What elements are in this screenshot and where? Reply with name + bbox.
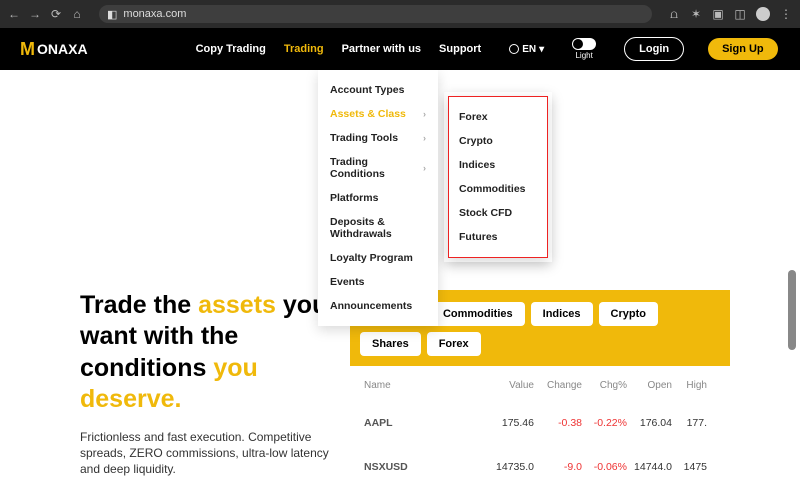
chevron-right-icon: › bbox=[423, 133, 426, 143]
table-row[interactable]: NSXUSD 14735.0 -9.0 -0.06% 14744.0 1475 bbox=[364, 445, 716, 489]
assets-submenu-shadow: Forex Crypto Indices Commodities Stock C… bbox=[444, 92, 552, 262]
menu-loyalty[interactable]: Loyalty Program bbox=[318, 246, 438, 270]
tab-indices[interactable]: Indices bbox=[531, 302, 593, 326]
logo-text: ONAXA bbox=[37, 41, 88, 57]
reload-icon[interactable]: ⟳ bbox=[50, 8, 62, 20]
back-icon[interactable]: ← bbox=[8, 8, 20, 20]
submenu-indices[interactable]: Indices bbox=[449, 153, 547, 177]
tab-commodities[interactable]: Commodities bbox=[431, 302, 525, 326]
menu-trading-conditions[interactable]: Trading Conditions› bbox=[318, 150, 438, 186]
browser-chrome: ← → ⟳ ⌂ ◧ monaxa.com ⩍ ✶ ▣ ◫ ⋮ bbox=[0, 0, 800, 28]
nav-support[interactable]: Support bbox=[439, 43, 481, 55]
side-panel-icon[interactable]: ◫ bbox=[734, 8, 746, 20]
url-bar[interactable]: ◧ monaxa.com bbox=[99, 5, 652, 23]
menu-events[interactable]: Events bbox=[318, 270, 438, 294]
tab-crypto[interactable]: Crypto bbox=[599, 302, 658, 326]
logo-icon: M bbox=[20, 39, 35, 60]
menu-announcements[interactable]: Announcements bbox=[318, 294, 438, 318]
chevron-right-icon: › bbox=[423, 109, 426, 119]
tab-forex[interactable]: Forex bbox=[427, 332, 481, 356]
submenu-futures[interactable]: Futures bbox=[449, 225, 547, 249]
menu-icon[interactable]: ⋮ bbox=[780, 8, 792, 20]
menu-assets-class[interactable]: Assets & Class› bbox=[318, 102, 438, 126]
hero-title: Trade the assets you want with the condi… bbox=[80, 290, 340, 415]
site-info-icon[interactable]: ◧ bbox=[107, 8, 117, 21]
site-header: M ONAXA Copy Trading Trading Partner wit… bbox=[0, 28, 800, 70]
submenu-crypto[interactable]: Crypto bbox=[449, 129, 547, 153]
table-row[interactable]: AAPL 175.46 -0.38 -0.22% 176.04 177. bbox=[364, 401, 716, 445]
submenu-stock-cfd[interactable]: Stock CFD bbox=[449, 201, 547, 225]
nav-copy-trading[interactable]: Copy Trading bbox=[196, 43, 266, 55]
login-button[interactable]: Login bbox=[624, 37, 684, 61]
trading-dropdown: Account Types Assets & Class› Trading To… bbox=[318, 70, 438, 326]
submenu-commodities[interactable]: Commodities bbox=[449, 177, 547, 201]
menu-deposits[interactable]: Deposits & Withdrawals bbox=[318, 210, 438, 246]
scrollbar-thumb[interactable] bbox=[788, 270, 796, 350]
menu-account-types[interactable]: Account Types bbox=[318, 78, 438, 102]
profile-avatar[interactable] bbox=[756, 7, 770, 21]
hero-subtitle: Frictionless and fast execution. Competi… bbox=[80, 429, 340, 478]
logo[interactable]: M ONAXA bbox=[20, 39, 88, 60]
signup-button[interactable]: Sign Up bbox=[708, 38, 778, 60]
language-selector[interactable]: EN ▾ bbox=[509, 44, 544, 55]
tab-shares[interactable]: Shares bbox=[360, 332, 421, 356]
extensions-icon[interactable]: ▣ bbox=[712, 8, 724, 20]
translate-icon[interactable]: ⩍ bbox=[668, 8, 680, 20]
nav-trading[interactable]: Trading bbox=[284, 43, 324, 55]
home-icon[interactable]: ⌂ bbox=[71, 8, 83, 20]
nav-partner[interactable]: Partner with us bbox=[342, 43, 421, 55]
price-table: Name Value Change Chg% Open High AAPL 17… bbox=[350, 366, 730, 489]
theme-toggle[interactable]: Light bbox=[572, 38, 596, 60]
table-header: Name Value Change Chg% Open High bbox=[364, 380, 716, 401]
forward-icon[interactable]: → bbox=[29, 8, 41, 20]
toggle-switch[interactable] bbox=[572, 38, 596, 50]
main-nav: Copy Trading Trading Partner with us Sup… bbox=[196, 43, 482, 55]
url-text: monaxa.com bbox=[123, 8, 186, 20]
menu-trading-tools[interactable]: Trading Tools› bbox=[318, 126, 438, 150]
hero: Trade the assets you want with the condi… bbox=[80, 290, 340, 478]
submenu-forex[interactable]: Forex bbox=[449, 105, 547, 129]
settings-icon[interactable]: ✶ bbox=[690, 8, 702, 20]
menu-platforms[interactable]: Platforms bbox=[318, 186, 438, 210]
chevron-right-icon: › bbox=[423, 163, 426, 173]
chevron-down-icon: ▾ bbox=[539, 44, 544, 55]
globe-icon bbox=[509, 44, 519, 54]
assets-submenu: Forex Crypto Indices Commodities Stock C… bbox=[448, 96, 548, 258]
